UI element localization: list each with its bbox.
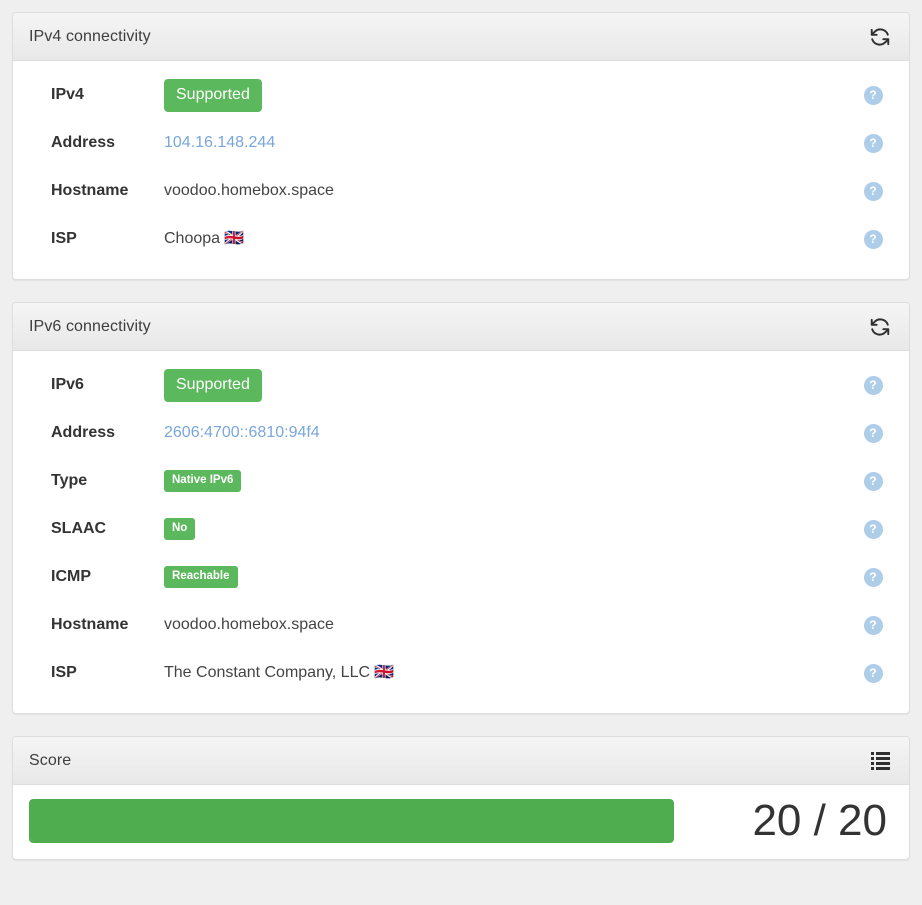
help-icon[interactable]: ?	[863, 181, 883, 201]
table-row: Hostname voodoo.homebox.space ?	[29, 167, 893, 215]
help-icon[interactable]: ?	[863, 519, 883, 539]
table-row: Type Native IPv6 ?	[29, 457, 893, 505]
row-help-address: ?	[853, 133, 893, 153]
row-label-slaac: SLAAC	[51, 520, 107, 537]
type-badge: Native IPv6	[164, 470, 242, 492]
table-row: ISP Choopa 🇬🇧 ?	[29, 215, 893, 263]
ipv4-panel-body: IPv4 Supported ? Address 104.16.148.244 …	[13, 61, 909, 279]
row-label-isp6: ISP	[51, 664, 77, 681]
ipv6-address-link[interactable]: 2606:4700::6810:94f4	[164, 424, 320, 442]
ipv6-panel-body: IPv6 Supported ? Address 2606:4700::6810…	[13, 351, 909, 713]
row-value-isp6: The Constant Company, LLC 🇬🇧	[164, 664, 853, 682]
row-help-hostname: ?	[853, 181, 893, 201]
status-badge: Supported	[164, 78, 262, 112]
row-label-address6: Address	[51, 424, 116, 441]
row-value-hostname6: voodoo.homebox.space	[164, 616, 334, 633]
row-help-hostname6: ?	[853, 615, 893, 635]
help-icon[interactable]: ?	[863, 423, 883, 443]
ipv4-address-link[interactable]: 104.16.148.244	[164, 134, 275, 152]
table-row: IPv6 Supported ?	[29, 361, 893, 409]
row-label-address: Address	[51, 134, 116, 151]
page-container: IPv4 connectivity IPv4 Supported ? Addre…	[0, 0, 922, 905]
ipv6-connectivity-panel: IPv6 connectivity IPv6 Supported ? Addre…	[12, 302, 910, 714]
score-value: 20 / 20	[752, 796, 887, 845]
row-value-ipv4: Supported	[164, 78, 853, 112]
ipv4-panel-header: IPv4 connectivity	[13, 13, 909, 61]
row-help-address6: ?	[853, 423, 893, 443]
row-help-ipv6: ?	[853, 375, 893, 395]
row-help-type: ?	[853, 471, 893, 491]
row-label-isp: ISP	[51, 230, 77, 247]
icmp-badge: Reachable	[164, 566, 238, 588]
help-icon[interactable]: ?	[863, 133, 883, 153]
help-icon[interactable]: ?	[863, 615, 883, 635]
row-label-icmp: ICMP	[51, 568, 91, 585]
table-row: Hostname voodoo.homebox.space ?	[29, 601, 893, 649]
row-value-type: Native IPv6	[164, 470, 853, 492]
score-panel-body: 20 / 20	[13, 785, 909, 859]
ipv6-panel-title: IPv6 connectivity	[29, 317, 151, 335]
help-icon[interactable]: ?	[863, 375, 883, 395]
status-badge: Supported	[164, 368, 262, 402]
row-help-ipv4: ?	[853, 85, 893, 105]
ipv4-panel-title: IPv4 connectivity	[29, 27, 151, 45]
score-panel-title: Score	[29, 751, 72, 769]
help-icon[interactable]: ?	[863, 229, 883, 249]
table-row: ICMP Reachable ?	[29, 553, 893, 601]
table-row: ISP The Constant Company, LLC 🇬🇧 ?	[29, 649, 893, 697]
help-icon[interactable]: ?	[863, 471, 883, 491]
isp-name: The Constant Company, LLC	[164, 664, 371, 681]
row-label-ipv6: IPv6	[51, 376, 84, 393]
country-flag-icon: 🇬🇧	[374, 664, 394, 681]
list-icon[interactable]	[867, 748, 893, 774]
help-icon[interactable]: ?	[863, 663, 883, 683]
row-value-slaac: No	[164, 518, 853, 540]
row-help-slaac: ?	[853, 519, 893, 539]
row-value-address6: 2606:4700::6810:94f4	[164, 424, 853, 442]
slaac-badge: No	[164, 518, 196, 540]
row-value-hostname: voodoo.homebox.space	[164, 182, 334, 199]
refresh-icon[interactable]	[867, 314, 893, 340]
score-progress-track	[29, 799, 674, 843]
ipv4-connectivity-panel: IPv4 connectivity IPv4 Supported ? Addre…	[12, 12, 910, 280]
table-row: SLAAC No ?	[29, 505, 893, 553]
ipv6-panel-header: IPv6 connectivity	[13, 303, 909, 351]
help-icon[interactable]: ?	[863, 85, 883, 105]
row-help-isp: ?	[853, 229, 893, 249]
score-panel-header: Score	[13, 737, 909, 785]
row-label-hostname: Hostname	[51, 182, 129, 199]
row-label-type: Type	[51, 472, 88, 489]
table-row: IPv4 Supported ?	[29, 71, 893, 119]
row-value-icmp: Reachable	[164, 566, 853, 588]
refresh-icon[interactable]	[867, 24, 893, 50]
row-value-isp: Choopa 🇬🇧	[164, 230, 853, 248]
isp-name: Choopa	[164, 230, 221, 247]
row-label-hostname6: Hostname	[51, 616, 129, 633]
help-icon[interactable]: ?	[863, 567, 883, 587]
score-panel: Score 20 / 20	[12, 736, 910, 860]
row-label-ipv4: IPv4	[51, 86, 84, 103]
row-help-icmp: ?	[853, 567, 893, 587]
row-value-ipv6: Supported	[164, 368, 853, 402]
row-value-address: 104.16.148.244	[164, 134, 853, 152]
score-progress-bar	[29, 799, 674, 843]
row-help-isp6: ?	[853, 663, 893, 683]
table-row: Address 104.16.148.244 ?	[29, 119, 893, 167]
country-flag-icon: 🇬🇧	[224, 230, 244, 247]
table-row: Address 2606:4700::6810:94f4 ?	[29, 409, 893, 457]
